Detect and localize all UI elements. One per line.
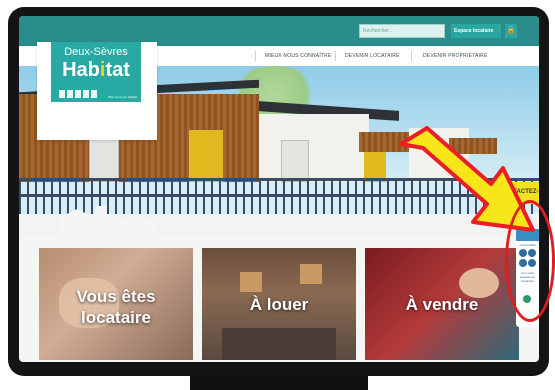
logo-main-text: Habitat [51,59,141,82]
logo-main-part: Hab [62,59,100,81]
nav-item-devenir-locataire[interactable]: DEVENIR LOCATAIRE [345,53,400,59]
nav-item-mieux-nous-connaitre[interactable]: MIEUX NOUS CONNAÎTRE [265,53,332,59]
sofa [222,328,336,360]
white-facade [259,114,369,182]
box-head [240,272,262,292]
nav-separator [255,51,256,61]
garage-door [281,140,309,182]
lock-icon[interactable]: 🔒 [505,24,517,38]
nav-item-devenir-proprietaire[interactable]: DEVENIR PROPRIÉTAIRE [423,53,487,59]
search-input[interactable]: Rechercher... [359,24,445,38]
tile-label: À vendre [405,295,479,314]
tile-a-vendre[interactable]: À vendre [365,248,519,360]
logo-main-part: tat [105,59,130,81]
tile-label: Vous êtes locataire [76,287,156,327]
box-head [300,264,322,284]
red-circle-annotation [505,200,555,322]
espace-locataire-button[interactable]: Espace locataire [451,24,501,38]
logo-tagline: Bien vivre son habitat [108,95,137,99]
monitor-stand [190,376,368,390]
yellow-wall [189,130,223,182]
logo-top-text: Deux-Sèvres [64,46,128,58]
garage-door [89,136,119,182]
website-screen: Rechercher... Espace locataire 🔒 MIEUX N… [19,16,539,362]
tile-locataire[interactable]: Vous êtes locataire [39,248,193,360]
nav-separator [411,51,412,61]
tile-a-louer[interactable]: À louer [202,248,356,360]
logo-houses-icon [59,90,99,98]
site-logo[interactable]: Deux-Sèvres Habitat Bien vivre son habit… [51,42,141,102]
tile-label: À louer [249,295,309,314]
nav-separator [335,51,336,61]
